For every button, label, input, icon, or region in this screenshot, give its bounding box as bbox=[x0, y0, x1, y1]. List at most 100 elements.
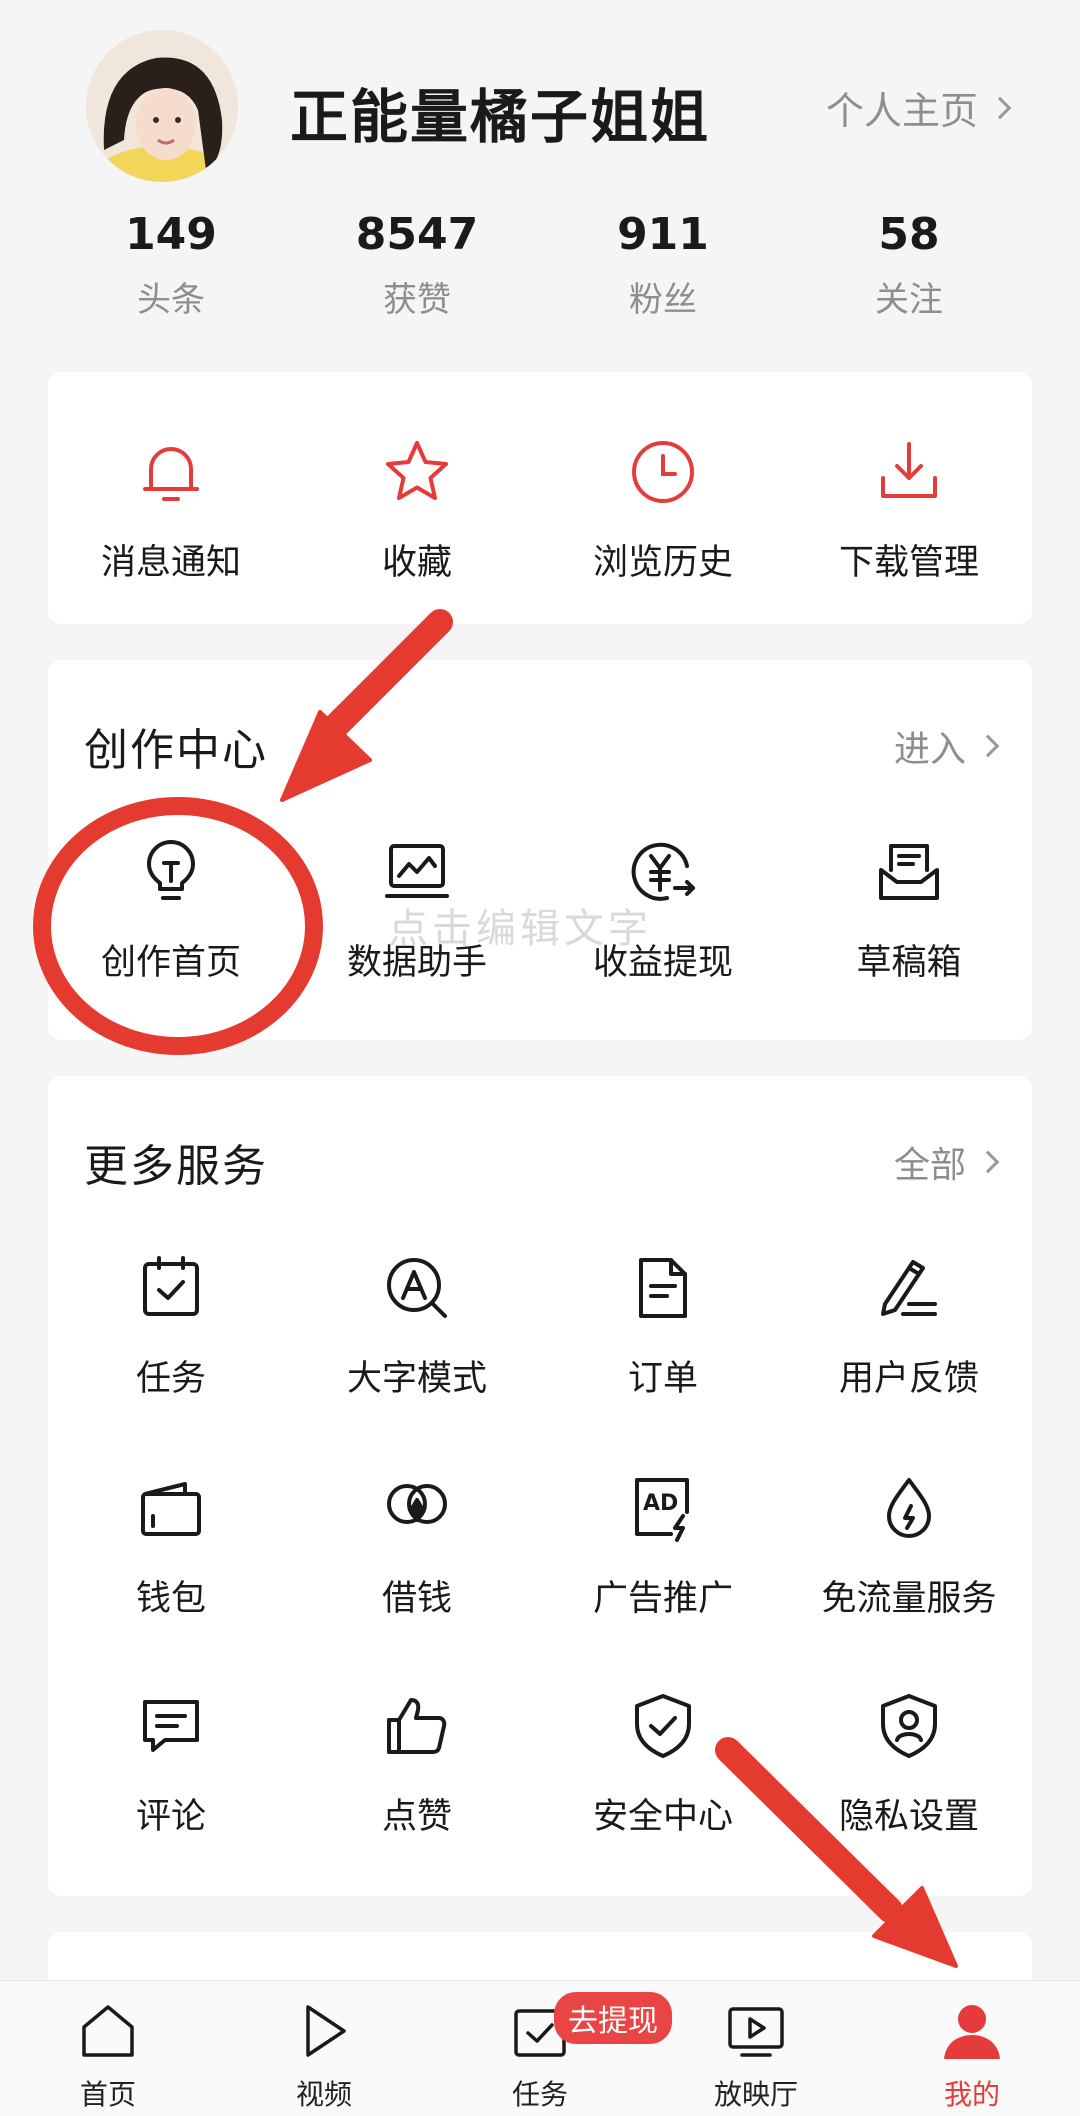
all-label: 全部 bbox=[893, 1145, 966, 1186]
star-icon bbox=[377, 432, 457, 512]
pencil-icon bbox=[869, 1248, 949, 1328]
quick-action-label: 浏览历史 bbox=[592, 543, 733, 583]
service-label: 订单 bbox=[627, 1359, 698, 1399]
chevron-right-icon bbox=[976, 1150, 1000, 1174]
quick-action-downloads[interactable]: 下载管理 bbox=[786, 432, 1032, 585]
loan-icon bbox=[377, 1468, 457, 1548]
stat-headlines[interactable]: 149 头条 bbox=[48, 206, 294, 336]
stat-value: 8547 bbox=[355, 209, 479, 260]
earnings-withdraw-button[interactable]: 收益提现 bbox=[540, 832, 786, 985]
creation-home-button[interactable]: 创作首页 bbox=[48, 832, 294, 985]
avatar[interactable] bbox=[86, 30, 238, 182]
bottom-nav: 首页 视频 任务 放映厅 我的 bbox=[0, 1980, 1080, 2116]
shield-user-icon bbox=[869, 1686, 949, 1766]
service-likes[interactable]: 点赞 bbox=[294, 1686, 540, 1839]
nav-label: 任务 bbox=[511, 2078, 568, 2111]
quick-action-label: 收藏 bbox=[381, 543, 452, 583]
ad-icon: AD bbox=[623, 1468, 703, 1548]
service-label: 大字模式 bbox=[346, 1359, 487, 1399]
stat-likes[interactable]: 8547 获赞 bbox=[294, 206, 540, 336]
service-label: 安全中心 bbox=[592, 1797, 733, 1837]
bell-icon bbox=[131, 432, 211, 512]
service-security[interactable]: 安全中心 bbox=[540, 1686, 786, 1839]
lightbulb-icon bbox=[131, 832, 211, 912]
nav-label: 放映厅 bbox=[713, 2078, 798, 2111]
homepage-link[interactable]: 个人主页 bbox=[826, 80, 1012, 135]
username: 正能量橘子姐姐 bbox=[290, 83, 711, 151]
stats-row: 149 头条 8547 获赞 911 粉丝 58 关注 bbox=[48, 206, 1032, 336]
stat-following[interactable]: 58 关注 bbox=[786, 206, 1032, 336]
creation-item-label: 创作首页 bbox=[100, 943, 241, 983]
shield-check-icon bbox=[623, 1686, 703, 1766]
creation-item-label: 收益提现 bbox=[592, 943, 733, 983]
nav-label: 视频 bbox=[295, 2078, 352, 2111]
stat-value: 58 bbox=[878, 209, 940, 260]
draft-box-icon bbox=[869, 832, 949, 912]
service-feedback[interactable]: 用户反馈 bbox=[786, 1248, 1032, 1401]
service-loan[interactable]: 借钱 bbox=[294, 1468, 540, 1621]
clock-icon bbox=[623, 432, 703, 512]
data-assistant-button[interactable]: 数据助手 bbox=[294, 832, 540, 985]
creation-item-label: 草稿箱 bbox=[856, 943, 962, 983]
stat-fans[interactable]: 911 粉丝 bbox=[540, 206, 786, 336]
service-label: 借钱 bbox=[381, 1579, 452, 1619]
creation-center-enter-link[interactable]: 进入 bbox=[893, 720, 1000, 772]
service-wallet[interactable]: 钱包 bbox=[48, 1468, 294, 1621]
play-icon bbox=[292, 1999, 356, 2063]
quick-action-history[interactable]: 浏览历史 bbox=[540, 432, 786, 585]
nav-label: 首页 bbox=[79, 2078, 136, 2111]
more-services-card: 更多服务 全部 任务 大字模式 订单 用户反馈 钱包 借钱 AD 广告推广 免流… bbox=[48, 1076, 1032, 1896]
quick-action-label: 下载管理 bbox=[838, 543, 979, 583]
quick-action-favorites[interactable]: 收藏 bbox=[294, 432, 540, 585]
service-label: 免流量服务 bbox=[821, 1579, 997, 1619]
svg-text:AD: AD bbox=[643, 1491, 678, 1516]
font-search-icon bbox=[377, 1248, 457, 1328]
quick-action-label: 消息通知 bbox=[100, 543, 241, 583]
quick-actions-card: 消息通知 收藏 浏览历史 下载管理 bbox=[48, 372, 1032, 624]
withdraw-badge[interactable]: 去提现 bbox=[554, 1992, 672, 2044]
nav-label: 我的 bbox=[943, 2078, 1000, 2111]
user-icon bbox=[940, 1999, 1004, 2063]
creation-center-title: 创作中心 bbox=[84, 725, 268, 776]
thumbs-up-icon bbox=[377, 1686, 457, 1766]
stat-label: 头条 bbox=[137, 280, 205, 320]
chart-icon bbox=[377, 832, 457, 912]
service-free-data[interactable]: 免流量服务 bbox=[786, 1468, 1032, 1621]
service-label: 评论 bbox=[135, 1797, 206, 1837]
service-privacy[interactable]: 隐私设置 bbox=[786, 1686, 1032, 1839]
nav-mine[interactable]: 我的 bbox=[864, 1981, 1080, 2116]
document-icon bbox=[623, 1248, 703, 1328]
nav-home[interactable]: 首页 bbox=[0, 1981, 216, 2116]
yuan-coin-icon bbox=[623, 832, 703, 912]
service-label: 广告推广 bbox=[592, 1579, 733, 1619]
quick-action-notifications[interactable]: 消息通知 bbox=[48, 432, 294, 585]
creation-center-card: 创作中心 进入 创作首页 数据助手 收益提现 草稿箱 bbox=[48, 660, 1032, 1040]
more-services-all-link[interactable]: 全部 bbox=[893, 1136, 1000, 1188]
enter-label: 进入 bbox=[893, 729, 966, 770]
service-label: 隐私设置 bbox=[838, 1797, 979, 1837]
water-drop-icon bbox=[869, 1468, 949, 1548]
stat-label: 关注 bbox=[875, 280, 943, 320]
service-large-font[interactable]: 大字模式 bbox=[294, 1248, 540, 1401]
service-orders[interactable]: 订单 bbox=[540, 1248, 786, 1401]
wallet-icon bbox=[131, 1468, 211, 1548]
comment-icon bbox=[131, 1686, 211, 1766]
service-label: 点赞 bbox=[381, 1797, 452, 1837]
service-comments[interactable]: 评论 bbox=[48, 1686, 294, 1839]
service-label: 钱包 bbox=[135, 1579, 206, 1619]
service-label: 任务 bbox=[135, 1359, 206, 1399]
download-icon bbox=[869, 432, 949, 512]
service-tasks[interactable]: 任务 bbox=[48, 1248, 294, 1401]
stat-value: 149 bbox=[125, 209, 217, 260]
nav-video[interactable]: 视频 bbox=[216, 1981, 432, 2116]
nav-theater[interactable]: 放映厅 bbox=[648, 1981, 864, 2116]
service-label: 用户反馈 bbox=[838, 1359, 979, 1399]
service-ads[interactable]: AD 广告推广 bbox=[540, 1468, 786, 1621]
chevron-right-icon bbox=[976, 734, 1000, 758]
drafts-button[interactable]: 草稿箱 bbox=[786, 832, 1032, 985]
stat-label: 粉丝 bbox=[629, 280, 697, 320]
more-services-title: 更多服务 bbox=[84, 1141, 268, 1192]
tv-icon bbox=[724, 1999, 788, 2063]
creation-item-label: 数据助手 bbox=[346, 943, 487, 983]
homepage-link-label: 个人主页 bbox=[826, 89, 979, 133]
